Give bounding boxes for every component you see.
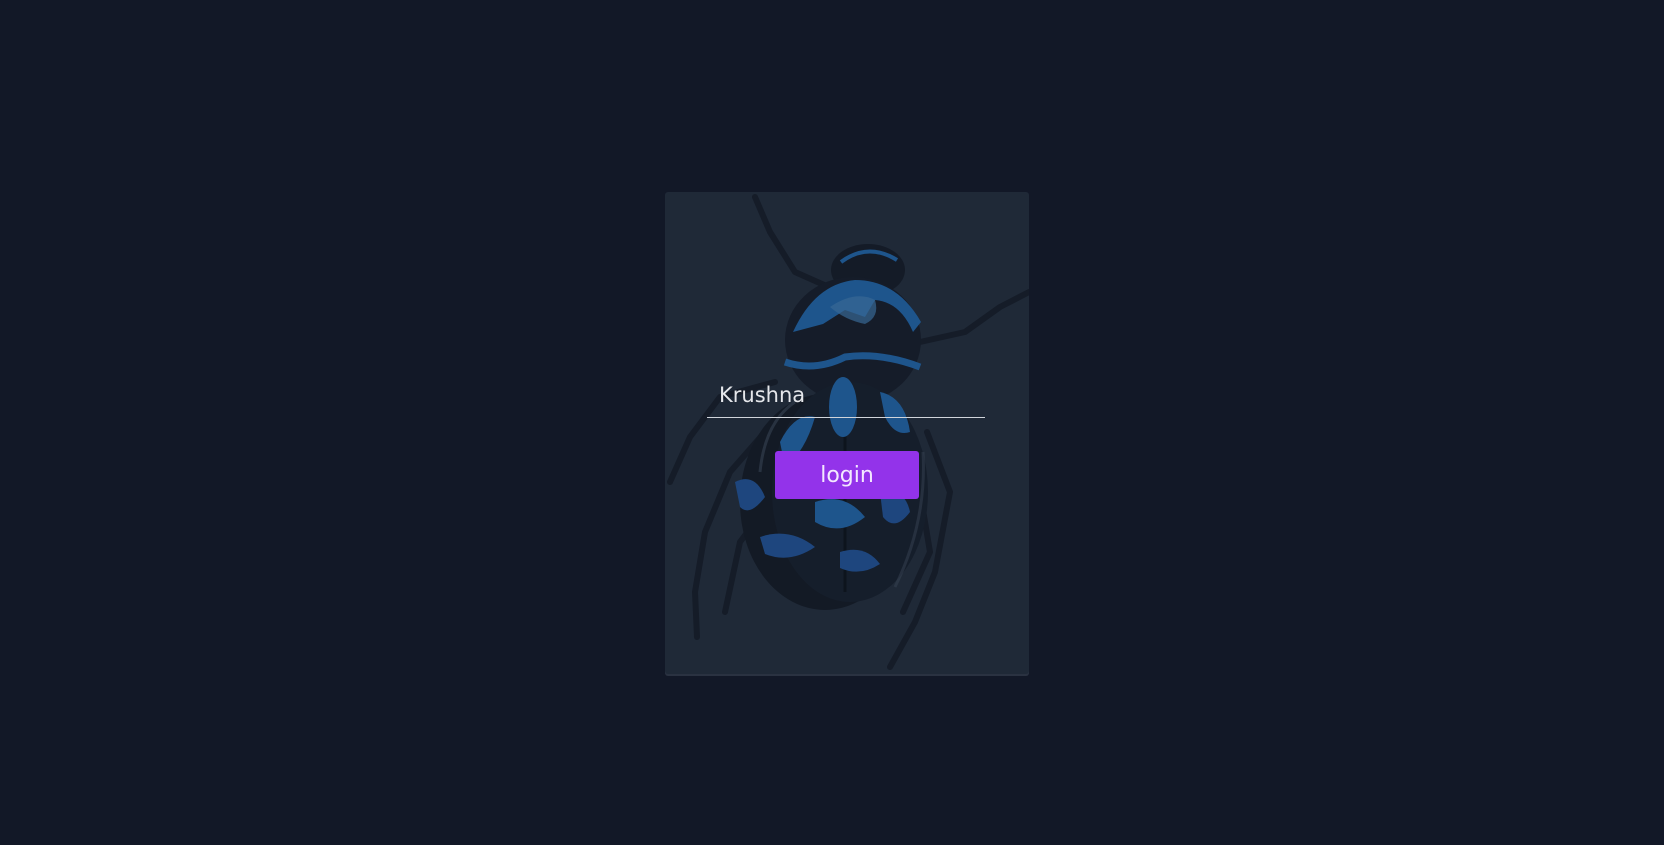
login-form: login [665,192,1029,674]
login-card: login [665,192,1029,674]
login-button[interactable]: login [775,451,919,499]
username-input[interactable] [707,372,985,418]
